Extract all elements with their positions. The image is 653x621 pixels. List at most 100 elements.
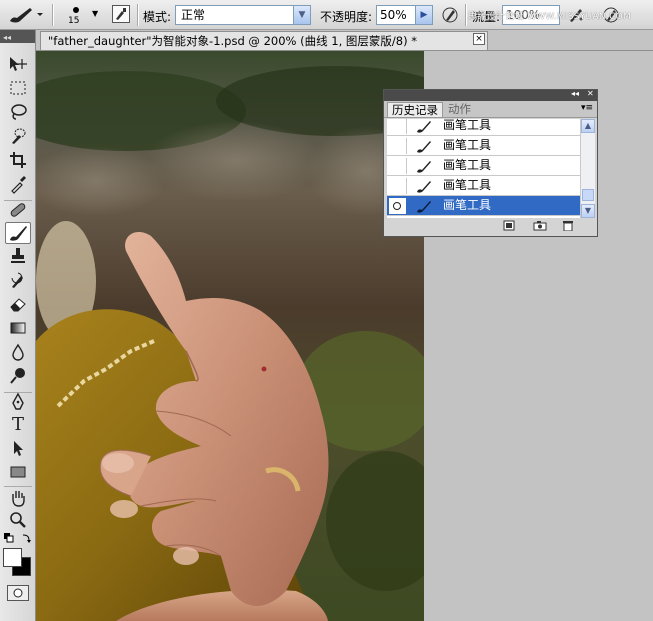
history-source-checkbox[interactable]: [389, 118, 407, 134]
history-source-checkbox[interactable]: [389, 158, 407, 174]
toolbox: ◂◂ T: [0, 30, 36, 621]
healing-brush-tool[interactable]: [5, 200, 31, 222]
history-brush-source-icon: [393, 202, 401, 210]
foreground-color-swatch[interactable]: [3, 548, 22, 567]
brush-icon: [417, 161, 431, 173]
brush-icon: [10, 8, 43, 23]
close-icon[interactable]: ×: [473, 33, 485, 45]
brush-icon: [417, 201, 431, 213]
brush-tool[interactable]: [5, 222, 31, 244]
marquee-tool[interactable]: [5, 78, 31, 100]
blur-tool[interactable]: [5, 342, 31, 364]
tab-actions[interactable]: 动作: [444, 102, 475, 117]
history-panel: ◂◂ ✕ 历史记录 动作 ▾≡ 画笔工具 画笔工具 画笔工具 画笔工具 画笔工具…: [383, 89, 598, 237]
hand-tool[interactable]: [5, 488, 31, 510]
history-source-checkbox[interactable]: [389, 198, 406, 214]
gradient-tool[interactable]: [5, 318, 31, 340]
close-icon[interactable]: ✕: [587, 89, 594, 98]
eraser-icon: [10, 298, 26, 312]
history-item[interactable]: 画笔工具: [387, 116, 580, 136]
history-item-label: 画笔工具: [443, 138, 492, 152]
camera-icon: [533, 221, 547, 231]
history-source-checkbox[interactable]: [389, 138, 407, 154]
tab-history[interactable]: 历史记录: [387, 102, 443, 117]
scroll-up-icon[interactable]: ▲: [581, 119, 595, 133]
delete-state-button[interactable]: [561, 220, 575, 232]
quick-mask-button[interactable]: [7, 585, 29, 601]
bandage-icon: [10, 203, 26, 217]
chevron-down-icon: ▼: [92, 9, 99, 18]
dodge-tool[interactable]: [5, 366, 31, 388]
history-item-selected[interactable]: 画笔工具: [387, 196, 580, 216]
brush-icon: [10, 226, 27, 241]
mode-value: 正常: [181, 8, 206, 22]
lasso-icon: [11, 104, 27, 120]
brush-icon: [417, 141, 431, 153]
magnifier-icon: [10, 512, 26, 528]
quick-select-icon: [12, 128, 26, 144]
history-panel-footer: [384, 218, 597, 234]
panel-title-bar[interactable]: ◂◂ ✕: [384, 89, 597, 101]
history-brush-icon: [11, 272, 23, 288]
document-icon: [503, 220, 515, 231]
tool-preset-picker[interactable]: [6, 5, 44, 25]
history-item[interactable]: 画笔工具: [387, 156, 580, 176]
pen-icon: [12, 392, 24, 410]
eraser-tool[interactable]: [5, 294, 31, 316]
eyedropper-tool[interactable]: [5, 174, 31, 196]
options-bar: 15 ▼ 模式: 正常 ▼ 不透明度: 50% ▶ 流量: 100% 思缘设计论…: [0, 0, 653, 30]
quick-mask-icon: [13, 588, 23, 598]
history-list: 画笔工具 画笔工具 画笔工具 画笔工具 画笔工具: [387, 116, 580, 218]
crop-tool[interactable]: [5, 150, 31, 172]
photo-image: [36, 51, 424, 621]
toolbox-header[interactable]: ◂◂: [0, 30, 35, 43]
separator: [4, 486, 32, 487]
collapse-icon: ◂◂: [3, 33, 12, 42]
history-source-checkbox[interactable]: [389, 178, 407, 194]
rectangle-icon: [10, 466, 26, 478]
opacity-value: 50%: [380, 8, 407, 22]
color-swap-controls[interactable]: [3, 532, 33, 544]
chevron-down-icon[interactable]: ▼: [293, 6, 310, 24]
gradient-icon: [10, 322, 26, 334]
panel-menu-icon[interactable]: ▾≡: [581, 103, 593, 113]
path-selection-tool[interactable]: [5, 438, 31, 460]
brush-picker[interactable]: 15 ▼: [62, 2, 102, 28]
arrow-cursor-icon: [14, 441, 23, 456]
slider-arrow-icon[interactable]: ▶: [415, 6, 432, 24]
document-canvas[interactable]: [36, 51, 424, 621]
separator: [465, 4, 467, 26]
stamp-icon: [11, 248, 25, 263]
document-tab-bar: "father_daughter"为智能对象-1.psd @ 200% (曲线 …: [36, 30, 653, 51]
dodge-icon: [10, 368, 25, 384]
opacity-input[interactable]: 50% ▶: [376, 5, 433, 25]
quick-select-tool[interactable]: [5, 126, 31, 148]
pen-tool[interactable]: [5, 392, 31, 414]
pressure-pen-icon: [442, 7, 458, 23]
clone-stamp-tool[interactable]: [5, 246, 31, 268]
document-title: "father_daughter"为智能对象-1.psd @ 200% (曲线 …: [48, 34, 417, 48]
history-scrollbar[interactable]: ▲ ▼: [580, 119, 595, 218]
type-tool[interactable]: T: [5, 414, 31, 436]
history-brush-tool[interactable]: [5, 270, 31, 292]
tablet-opacity-button[interactable]: [440, 5, 460, 25]
brush-panel-toggle-button[interactable]: [112, 5, 130, 23]
document-tab[interactable]: "father_daughter"为智能对象-1.psd @ 200% (曲线 …: [40, 31, 488, 50]
mode-select[interactable]: 正常 ▼: [175, 5, 311, 25]
scroll-down-icon[interactable]: ▼: [581, 204, 595, 218]
shape-tool[interactable]: [5, 462, 31, 484]
lasso-tool[interactable]: [5, 102, 31, 124]
default-colors-icon: [4, 533, 31, 543]
history-item[interactable]: 画笔工具: [387, 176, 580, 196]
new-snapshot-button[interactable]: [533, 220, 547, 231]
move-tool[interactable]: [5, 54, 31, 76]
new-document-from-state-button[interactable]: [502, 220, 516, 231]
collapse-icon[interactable]: ◂◂: [571, 89, 579, 98]
history-item-label: 画笔工具: [443, 178, 492, 192]
zoom-tool[interactable]: [5, 510, 31, 532]
scroll-thumb[interactable]: [582, 189, 594, 201]
history-item-label: 画笔工具: [443, 118, 492, 132]
brush-icon: [417, 181, 431, 193]
marquee-icon: [10, 81, 26, 95]
history-item[interactable]: 画笔工具: [387, 136, 580, 156]
